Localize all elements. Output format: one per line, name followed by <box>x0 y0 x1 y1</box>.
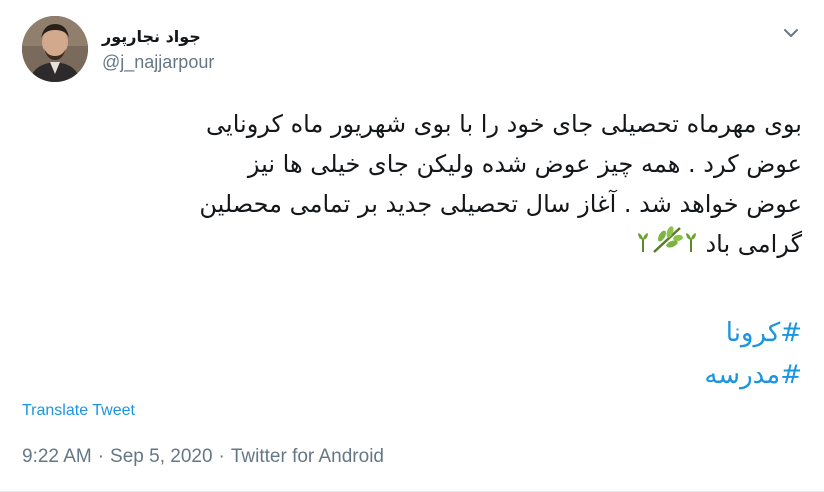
tweet-metadata: 9:22 AM · Sep 5, 2020 · Twitter for Android <box>22 446 384 468</box>
herb-icon <box>650 224 684 266</box>
hashtag-link[interactable]: #کرونا <box>704 312 802 354</box>
tweet-line-text: گرامی باد <box>705 230 802 258</box>
hashtag-link[interactable]: #مدرسه <box>704 354 802 396</box>
person-photo-icon <box>22 16 88 82</box>
tweet-source-link[interactable]: Twitter for Android <box>231 446 384 467</box>
meta-separator: · <box>218 446 225 467</box>
seedling-icon <box>684 225 698 265</box>
tweet-timestamp[interactable]: 9:22 AM <box>22 446 92 467</box>
tweet-line: عوض خواهد شد . آغاز سال تحصیلی جدید بر ت… <box>199 190 802 218</box>
seedling-icon <box>636 225 650 265</box>
hashtag-list: #کرونا #مدرسه <box>704 312 802 396</box>
tweet-line-with-emoji: گرامی باد <box>22 224 802 266</box>
tweet-line: بوی مهرماه تحصیلی جای خود را با بوی شهری… <box>206 110 802 138</box>
tweet-card: جواد نجارپور @j_najjarpour بوی مهرماه تح… <box>0 0 824 492</box>
user-handle[interactable]: @j_najjarpour <box>102 50 214 74</box>
display-name[interactable]: جواد نجارپور <box>102 26 214 48</box>
tweet-date[interactable]: Sep 5, 2020 <box>110 446 212 467</box>
avatar[interactable] <box>22 16 88 82</box>
tweet-line: عوض کرد . همه چیز عوض شده ولیکن جای خیلی… <box>247 150 802 178</box>
tweet-header: جواد نجارپور @j_najjarpour <box>20 16 804 86</box>
translate-tweet-link[interactable]: Translate Tweet <box>22 402 135 420</box>
meta-separator: · <box>97 446 105 467</box>
chevron-down-icon[interactable] <box>780 22 802 44</box>
user-names: جواد نجارپور @j_najjarpour <box>102 26 214 74</box>
tweet-text: بوی مهرماه تحصیلی جای خود را با بوی شهری… <box>22 104 802 266</box>
